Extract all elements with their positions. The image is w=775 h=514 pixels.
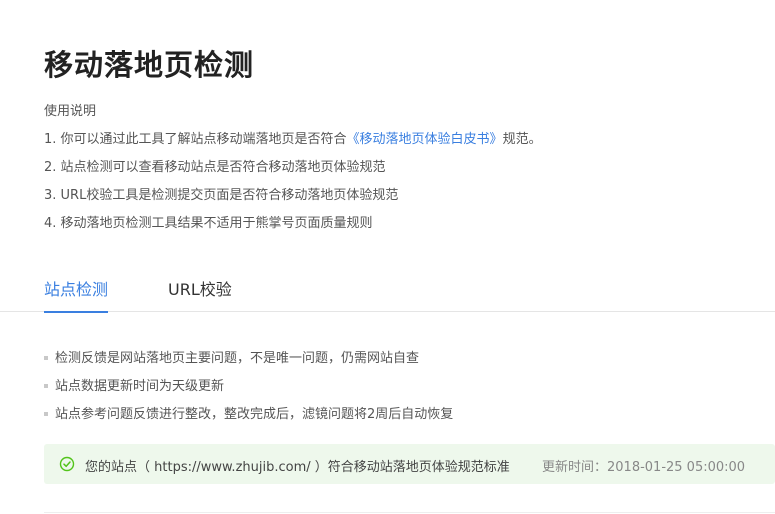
note-item: 站点数据更新时间为天级更新 — [44, 375, 224, 394]
instruction-1-suffix: 规范。 — [502, 132, 542, 147]
instruction-1-prefix: 1. 你可以通过此工具了解站点移动端落地页是否符合 — [44, 132, 347, 147]
instruction-4: 4. 移动落地页检测工具结果不适用于熊掌号页面质量规则 — [44, 216, 373, 231]
bullet-icon — [44, 411, 48, 416]
result-message: 您的站点（ https://www.zhujib.com/ ）符合移动站落地页体… — [85, 460, 510, 475]
page-title: 移动落地页检测 — [44, 48, 255, 82]
bullet-icon — [44, 383, 48, 388]
whitepaper-link[interactable]: 《移动落地页体验白皮书》 — [347, 132, 503, 147]
usage-heading: 使用说明 — [44, 104, 97, 119]
bullet-icon — [44, 355, 48, 360]
note-text: 站点数据更新时间为天级更新 — [55, 379, 225, 394]
tab-site-check[interactable]: 站点检测 — [44, 276, 109, 313]
instruction-3: 3. URL校验工具是检测提交页面是否符合移动落地页体验规范 — [44, 188, 399, 203]
divider — [44, 512, 775, 513]
instruction-1: 1. 你可以通过此工具了解站点移动端落地页是否符合《移动落地页体验白皮书》规范。 — [44, 128, 542, 147]
check-circle-icon — [59, 456, 75, 472]
note-item: 检测反馈是网站落地页主要问题，不是唯一问题，仍需网站自查 — [44, 347, 419, 366]
note-item: 站点参考问题反馈进行整改，整改完成后，滤镜问题将2周后自动恢复 — [44, 403, 453, 422]
result-notice: 您的站点（ https://www.zhujib.com/ ）符合移动站落地页体… — [44, 444, 775, 484]
instruction-2: 2. 站点检测可以查看移动站点是否符合移动落地页体验规范 — [44, 160, 386, 175]
note-text: 检测反馈是网站落地页主要问题，不是唯一问题，仍需网站自查 — [55, 351, 420, 366]
tab-bar: 站点检测 URL校验 — [0, 266, 775, 313]
update-time: 更新时间：2018-01-25 05:00:00 — [542, 460, 746, 475]
note-text: 站点参考问题反馈进行整改，整改完成后，滤镜问题将2周后自动恢复 — [55, 407, 454, 422]
tab-url-check[interactable]: URL校验 — [168, 276, 232, 311]
